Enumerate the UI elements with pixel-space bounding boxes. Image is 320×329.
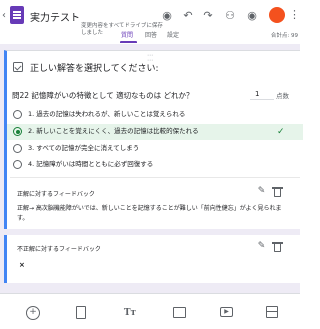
title-text-icon[interactable]: Tт (123, 306, 137, 320)
radio-button[interactable] (13, 110, 22, 119)
points-input[interactable]: 1 (250, 88, 274, 100)
option-label: 4. 記憶障がいは時間とともに必ず回復する (28, 160, 154, 168)
answer-option[interactable]: 3. すべての記憶が完全に消えてしまう (7, 141, 303, 157)
editor-canvas: ⋯ ⋯ 正しい解答を選択してください: 問22 記憶障がいの特徴として 適切なもの… (0, 44, 303, 329)
tab-bar: 質問 回答 設定 合計点: 99 (0, 31, 300, 44)
section-icon[interactable] (266, 306, 278, 318)
question-title: 問22 記憶障がいの特徴として 適切なものは どれか？ (12, 91, 194, 100)
tab-responses[interactable]: 回答 (145, 31, 157, 41)
edit-icon[interactable]: ✎ (256, 186, 267, 197)
avatar[interactable] (269, 7, 285, 23)
correct-feedback-text: 正解→ 高次脳機能障がいでは、新しいことを記憶することが難しい「前向性健忘」がよ… (17, 205, 282, 222)
option-label: 1. 過去の記憶は失われるが、新しいことは覚えられる (28, 110, 186, 118)
radio-button-selected[interactable] (13, 127, 22, 136)
answer-option[interactable]: 1. 過去の記憶は失われるが、新しいことは覚えられる (7, 107, 303, 123)
app-header: ‹ 実力テスト 変更内容をすべてドライブに保存しました ◉ ↶ ↷ ⚇ ◉ ⋮ … (0, 0, 300, 44)
question-card: 問22 記憶障がいの特徴として 適切なものは どれか？ 1 点数 1. 過去の記… (4, 81, 303, 229)
radio-button[interactable] (13, 144, 22, 153)
edit-icon[interactable]: ✎ (256, 241, 267, 252)
tab-questions[interactable]: 質問 (121, 31, 133, 41)
form-title[interactable]: 実力テスト (30, 9, 80, 24)
active-tab-indicator (120, 41, 137, 43)
preview-icon[interactable]: ◉ (244, 7, 260, 23)
add-person-icon[interactable]: ⚇ (222, 7, 238, 23)
bottom-toolbar: + Tт ▶ (0, 293, 300, 329)
incorrect-feedback-title: 不正解に対するフィードバック (17, 246, 101, 253)
redo-icon[interactable]: ↷ (200, 7, 216, 23)
option-label: 2. 新しいことを覚えにくく、過去の記憶は比較的保たれる (28, 127, 199, 135)
delete-icon[interactable] (272, 241, 283, 252)
incorrect-feedback-text: × (19, 261, 25, 269)
palette-icon[interactable]: ◉ (159, 7, 175, 23)
delete-icon[interactable] (272, 186, 283, 197)
correct-feedback-title: 正解に対するフィードバック (17, 191, 95, 198)
back-arrow-icon[interactable]: ‹ (2, 9, 10, 23)
radio-button[interactable] (13, 160, 22, 169)
points-total: 合計点: 99 (270, 33, 298, 39)
answer-key-title: 正しい解答を選択してください: (30, 64, 159, 74)
import-icon[interactable] (76, 306, 86, 319)
answer-key-header-card: ⋯ ⋯ 正しい解答を選択してください: (4, 50, 300, 81)
answer-option-correct[interactable]: 2. 新しいことを覚えにくく、過去の記憶は比較的保たれる ✓ (7, 124, 303, 140)
undo-icon[interactable]: ↶ (180, 7, 196, 23)
points-unit-label: 点数 (276, 92, 289, 100)
add-question-icon[interactable]: + (26, 306, 40, 320)
answer-option[interactable]: 4. 記憶障がいは時間とともに必ず回復する (7, 157, 303, 173)
divider (10, 177, 300, 178)
more-vert-icon[interactable]: ⋮ (289, 7, 300, 23)
incorrect-feedback-card: 不正解に対するフィードバック ✎ × (4, 235, 300, 283)
answer-key-icon (13, 62, 23, 72)
image-icon[interactable] (173, 307, 186, 318)
correct-check-icon: ✓ (277, 127, 285, 137)
option-label: 3. すべての記憶が完全に消えてしまう (28, 144, 140, 152)
video-icon[interactable]: ▶ (220, 307, 233, 317)
forms-logo-icon[interactable] (10, 6, 24, 24)
tab-settings[interactable]: 設定 (167, 31, 179, 41)
